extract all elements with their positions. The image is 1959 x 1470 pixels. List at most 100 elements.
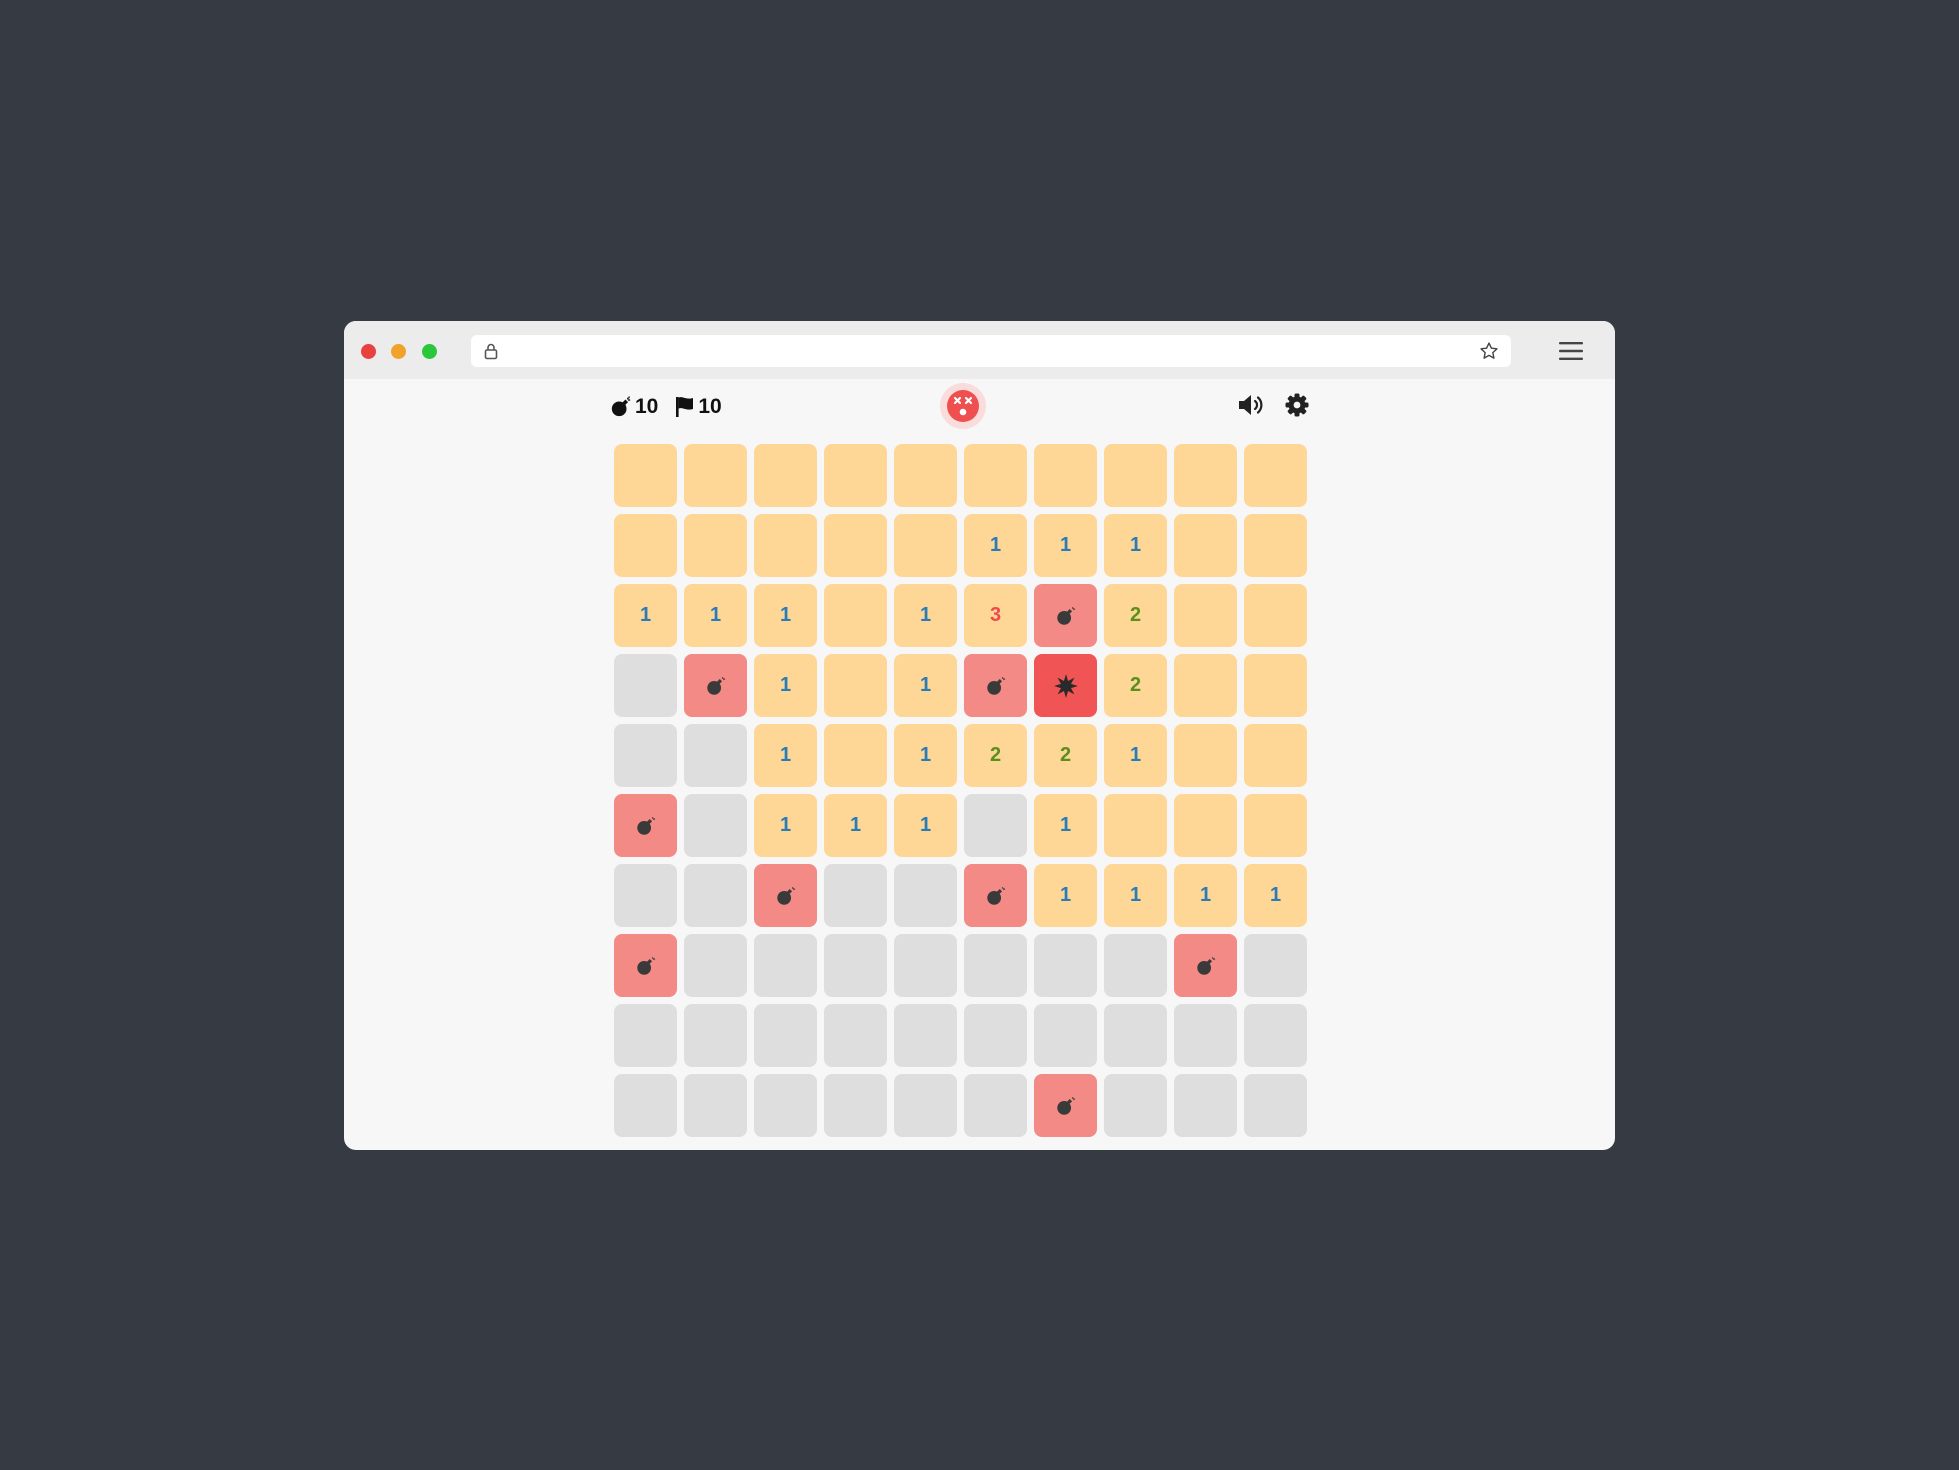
board-cell-hidden[interactable] [684, 1074, 747, 1137]
board-cell-number[interactable]: 1 [964, 514, 1027, 577]
board-cell-hidden[interactable] [1034, 1004, 1097, 1067]
board-cell-hidden[interactable] [684, 934, 747, 997]
board-cell-number[interactable]: 1 [824, 794, 887, 857]
board-cell-hidden[interactable] [964, 1074, 1027, 1137]
hamburger-menu-icon[interactable] [1559, 342, 1583, 365]
board-cell-revealed[interactable] [754, 514, 817, 577]
board-cell-revealed[interactable] [824, 724, 887, 787]
board-cell-hidden[interactable] [824, 864, 887, 927]
board-cell-number[interactable]: 1 [1034, 514, 1097, 577]
board-cell-number[interactable]: 1 [1104, 864, 1167, 927]
board-cell-hidden[interactable] [964, 1004, 1027, 1067]
board-cell-revealed[interactable] [824, 444, 887, 507]
board-cell-number[interactable]: 1 [754, 724, 817, 787]
board-cell-number[interactable]: 1 [1104, 514, 1167, 577]
close-window-button[interactable] [361, 344, 376, 359]
board-cell-number[interactable]: 1 [894, 724, 957, 787]
board-cell-number[interactable]: 3 [964, 584, 1027, 647]
board-cell-mine[interactable] [964, 864, 1027, 927]
board-cell-revealed[interactable] [754, 444, 817, 507]
board-cell-mine[interactable] [614, 794, 677, 857]
maximize-window-button[interactable] [422, 344, 437, 359]
board-cell-revealed[interactable] [1174, 724, 1237, 787]
minimize-window-button[interactable] [391, 344, 406, 359]
board-cell-hidden[interactable] [1104, 1074, 1167, 1137]
board-cell-hidden[interactable] [754, 1004, 817, 1067]
board-cell-revealed[interactable] [684, 444, 747, 507]
board-cell-number[interactable]: 1 [1034, 794, 1097, 857]
board-cell-revealed[interactable] [614, 444, 677, 507]
board-cell-revealed[interactable] [894, 444, 957, 507]
gear-icon[interactable] [1285, 393, 1309, 417]
board-cell-mine[interactable] [684, 654, 747, 717]
board-cell-revealed[interactable] [1244, 794, 1307, 857]
board-cell-hidden[interactable] [824, 1074, 887, 1137]
board-cell-mine[interactable] [754, 864, 817, 927]
board-cell-number[interactable]: 1 [684, 584, 747, 647]
board-cell-revealed[interactable] [1034, 444, 1097, 507]
board-cell-number[interactable]: 1 [754, 654, 817, 717]
board-cell-revealed[interactable] [1244, 514, 1307, 577]
board-cell-number[interactable]: 1 [754, 794, 817, 857]
board-cell-number[interactable]: 1 [894, 584, 957, 647]
board-cell-mine[interactable] [1034, 1074, 1097, 1137]
star-icon[interactable] [1479, 341, 1499, 366]
board-cell-revealed[interactable] [1104, 794, 1167, 857]
board-cell-revealed[interactable] [1244, 654, 1307, 717]
board-cell-hidden[interactable] [964, 934, 1027, 997]
board-cell-hidden[interactable] [1104, 1004, 1167, 1067]
board-cell-hidden[interactable] [684, 1004, 747, 1067]
board-cell-number[interactable]: 1 [754, 584, 817, 647]
board-cell-number[interactable]: 1 [614, 584, 677, 647]
board-cell-hidden[interactable] [1174, 1004, 1237, 1067]
board-cell-hidden[interactable] [684, 864, 747, 927]
board-cell-revealed[interactable] [1244, 444, 1307, 507]
board-cell-hidden[interactable] [754, 934, 817, 997]
board-cell-revealed[interactable] [1244, 584, 1307, 647]
board-cell-revealed[interactable] [824, 654, 887, 717]
board-cell-revealed[interactable] [1244, 724, 1307, 787]
board-cell-hidden[interactable] [1244, 1004, 1307, 1067]
board-cell-hidden[interactable] [894, 864, 957, 927]
board-cell-number[interactable]: 1 [1104, 724, 1167, 787]
board-cell-number[interactable]: 1 [894, 654, 957, 717]
reset-face-button[interactable] [940, 383, 986, 429]
board-cell-number[interactable]: 1 [1034, 864, 1097, 927]
address-bar[interactable] [471, 335, 1511, 367]
board-cell-number[interactable]: 1 [1244, 864, 1307, 927]
board-cell-revealed[interactable] [1174, 444, 1237, 507]
board-cell-hidden[interactable] [754, 1074, 817, 1137]
board-cell-mine[interactable] [964, 654, 1027, 717]
board-cell-hidden[interactable] [964, 794, 1027, 857]
board-cell-hidden[interactable] [614, 654, 677, 717]
board-cell-hidden[interactable] [614, 724, 677, 787]
board-cell-hidden[interactable] [894, 1004, 957, 1067]
board-cell-hidden[interactable] [1104, 934, 1167, 997]
board-cell-revealed[interactable] [1174, 654, 1237, 717]
board-cell-mine[interactable] [614, 934, 677, 997]
board-cell-hidden[interactable] [1244, 934, 1307, 997]
board-cell-number[interactable]: 2 [1034, 724, 1097, 787]
board-cell-number[interactable]: 1 [894, 794, 957, 857]
board-cell-mine[interactable] [1174, 934, 1237, 997]
board-cell-hidden[interactable] [614, 1004, 677, 1067]
board-cell-revealed[interactable] [824, 514, 887, 577]
board-cell-hidden[interactable] [614, 864, 677, 927]
board-cell-hidden[interactable] [1244, 1074, 1307, 1137]
board-cell-revealed[interactable] [614, 514, 677, 577]
board-cell-revealed[interactable] [1104, 444, 1167, 507]
board-cell-hidden[interactable] [1034, 934, 1097, 997]
board-cell-hidden[interactable] [824, 1004, 887, 1067]
speaker-icon[interactable] [1237, 393, 1267, 417]
board-cell-hidden[interactable] [684, 794, 747, 857]
board-cell-hidden[interactable] [824, 934, 887, 997]
board-cell-mine[interactable] [1034, 584, 1097, 647]
board-cell-revealed[interactable] [894, 514, 957, 577]
board-cell-number[interactable]: 2 [1104, 654, 1167, 717]
board-cell-exploded-mine[interactable] [1034, 654, 1097, 717]
board-cell-hidden[interactable] [684, 724, 747, 787]
board-cell-number[interactable]: 2 [1104, 584, 1167, 647]
board-cell-revealed[interactable] [1174, 584, 1237, 647]
board-cell-hidden[interactable] [614, 1074, 677, 1137]
board-cell-revealed[interactable] [824, 584, 887, 647]
